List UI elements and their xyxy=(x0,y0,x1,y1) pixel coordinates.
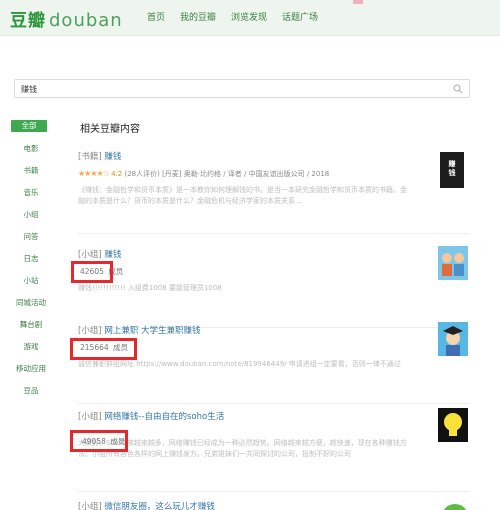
sidebar-item-drama[interactable]: 舞台剧 xyxy=(9,314,53,336)
result-title-row: [小组] 微信朋友圈，这么玩儿才赚钱 xyxy=(78,500,470,510)
sidebar-item-all[interactable]: 全部 xyxy=(11,120,47,132)
group-avatar-lightbulb-icon[interactable] xyxy=(438,408,468,442)
group-avatar-graduate-icon[interactable] xyxy=(438,322,468,356)
nav-my-douban[interactable]: 我的豆瓣 xyxy=(180,10,216,23)
sidebar-item-game[interactable]: 游戏 xyxy=(9,336,53,358)
result-title-link[interactable]: 微信朋友圈，这么玩儿才赚钱 xyxy=(104,502,215,510)
result-desc: 赚钱!!!!!!!!!!!! 入组费1008 要能管理员1008 xyxy=(78,284,222,292)
category-sidebar: 全部 电影 书籍 音乐 小组 问答 日志 小站 同城活动 舞台剧 游戏 移动应用… xyxy=(9,120,53,402)
logo-en: douban xyxy=(49,10,123,31)
result-title-link[interactable]: 赚钱 xyxy=(104,250,121,260)
result-title-row: [小组] 网络赚钱--自由自在的soho生活 xyxy=(78,410,470,422)
nav-home[interactable]: 首页 xyxy=(147,10,165,23)
result-title-row: [书籍] 赚钱 xyxy=(78,150,470,162)
result-title-link[interactable]: 网络赚钱--自由自在的soho生活 xyxy=(104,412,224,422)
red-highlight-box xyxy=(70,338,137,360)
result-tag: [小组] xyxy=(78,502,102,510)
search-bar xyxy=(14,79,470,98)
result-tag: [小组] xyxy=(78,250,102,260)
result-title-link[interactable]: 网上兼职 大学生兼职赚钱 xyxy=(104,326,200,336)
sidebar-item-group[interactable]: 小组 xyxy=(9,204,53,226)
red-highlight-box xyxy=(70,430,128,452)
result-tag: [书籍] xyxy=(78,152,102,162)
rating-count: (28人评价) xyxy=(124,170,160,178)
logo-cn: 豆瓣 xyxy=(10,11,46,31)
result-item-group-4: [小组] 微信朋友圈，这么玩儿才赚钱 xyxy=(78,500,470,510)
sidebar-item-qa[interactable]: 问答 xyxy=(9,226,53,248)
nav-topics[interactable]: 话题广场 xyxy=(282,10,318,23)
result-tag: [小组] xyxy=(78,326,102,336)
book-cover-text: 赚 钱 xyxy=(448,160,456,177)
group-avatar-smiley-icon[interactable] xyxy=(440,502,470,510)
sidebar-item-note[interactable]: 日志 xyxy=(9,248,53,270)
book-meta: [丹麦] 奥勒·比约格 / 译者 / 中国友谊出版公司 / 2018 xyxy=(162,170,330,178)
rating-value: 4.2 xyxy=(111,170,123,178)
red-highlight-box xyxy=(71,261,113,283)
result-item-group-1: [小组] 赚钱 42605 成员 赚钱!!!!!!!!!!!! 入组费1008 … xyxy=(71,246,470,328)
result-title-row: [小组] 网上兼职 大学生兼职赚钱 xyxy=(78,324,470,336)
sidebar-item-site[interactable]: 小站 xyxy=(9,270,53,292)
result-desc: 诚信兼职群组网址 https://www.douban.com/note/819… xyxy=(78,360,401,368)
result-title-row: [小组] 赚钱 xyxy=(78,248,470,260)
nav-explore[interactable]: 浏览发现 xyxy=(231,10,267,23)
douban-logo[interactable]: 豆瓣 douban xyxy=(10,6,123,31)
search-icon[interactable] xyxy=(453,84,463,94)
section-title: 相关豆瓣内容 xyxy=(80,124,140,135)
result-item-book: [书籍] 赚钱 ★★★★☆ 4.2 (28人评价) [丹麦] 奥勒·比约格 / … xyxy=(78,150,470,234)
sidebar-item-music[interactable]: 音乐 xyxy=(9,182,53,204)
result-title-link[interactable]: 赚钱 xyxy=(104,152,121,162)
sidebar-item-goods[interactable]: 豆品 xyxy=(9,380,53,402)
book-cover-image[interactable]: 赚 钱 xyxy=(440,152,464,188)
sidebar-item-app[interactable]: 移动应用 xyxy=(9,358,53,380)
sidebar-item-movie[interactable]: 电影 xyxy=(9,138,53,160)
sidebar-item-book[interactable]: 书籍 xyxy=(9,160,53,182)
rating-stars: ★★★★☆ xyxy=(78,169,110,178)
header-pink-mark xyxy=(353,0,363,4)
main-nav: 首页 我的豆瓣 浏览发现 话题广场 xyxy=(147,10,333,23)
search-input[interactable] xyxy=(21,83,441,95)
result-desc: 《赚钱：金融哲学和货币本质》是一本教你如何理解钱的书。是当一本研究金融哲学和货币… xyxy=(78,186,407,205)
result-item-group-3: [小组] 网络赚钱--自由自在的soho生活 大家好，SOHO族越来越多，网络赚… xyxy=(70,408,470,492)
group-avatar-people-icon[interactable] xyxy=(438,246,468,280)
results-main: 相关豆瓣内容 [书籍] 赚钱 ★★★★☆ 4.2 (28人评价) [丹麦] 奥勒… xyxy=(70,120,478,510)
result-item-group-2: [小组] 网上兼职 大学生兼职赚钱 215664 成员 诚信兼职群组网址 htt… xyxy=(70,322,470,404)
result-meta: ★★★★☆ 4.2 (28人评价) [丹麦] 奥勒·比约格 / 译者 / 中国友… xyxy=(78,169,470,179)
top-header: 豆瓣 douban 首页 我的豆瓣 浏览发现 话题广场 xyxy=(0,0,500,36)
sidebar-item-events[interactable]: 同城活动 xyxy=(9,292,53,314)
result-tag: [小组] xyxy=(78,412,102,422)
